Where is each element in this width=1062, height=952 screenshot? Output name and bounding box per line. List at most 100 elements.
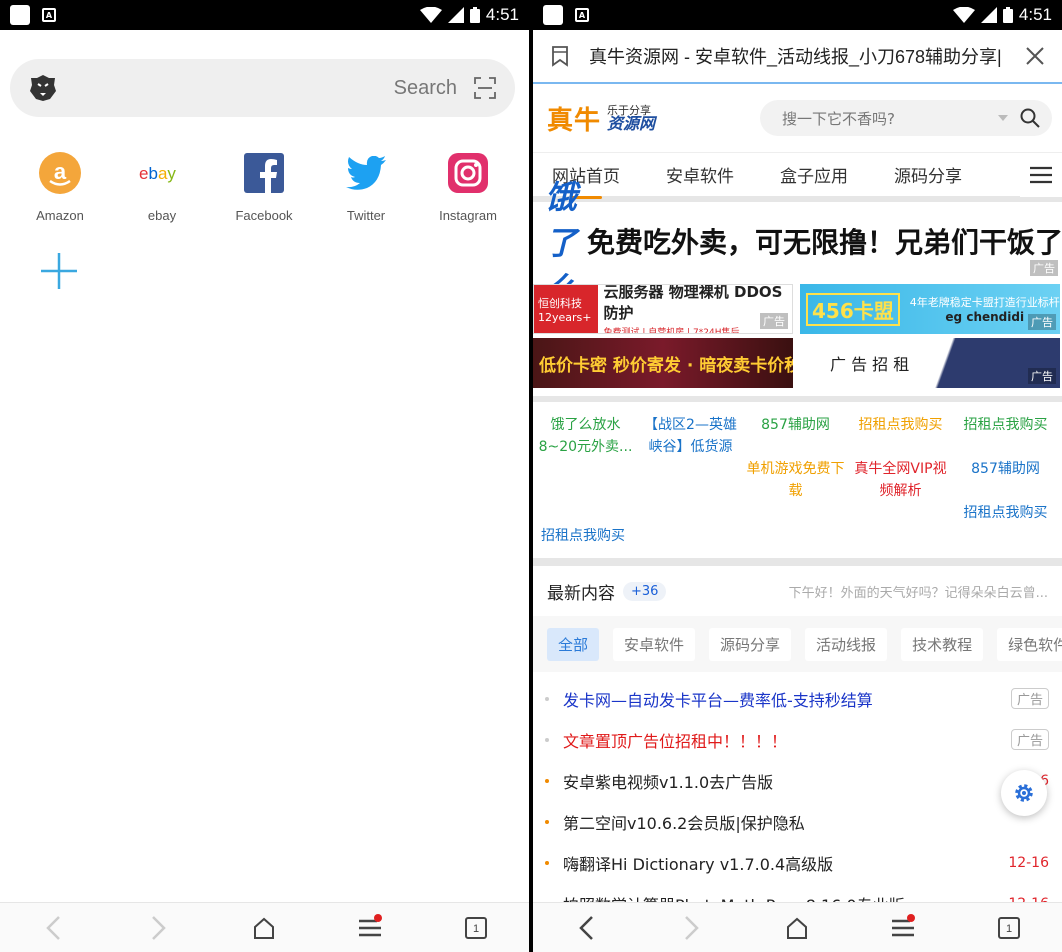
article-row[interactable]: 安卓紫电视频v1.1.0去广告版12-16: [533, 760, 1062, 801]
hamburger-icon: [1030, 166, 1052, 184]
site-search-input[interactable]: 搜一下它不香吗?: [760, 100, 1052, 136]
ad-label: 广告: [1010, 729, 1049, 750]
page-title[interactable]: 真牛资源网 - 安卓软件_活动线报_小刀678辅助分享|: [589, 43, 1006, 69]
dropdown-caret-icon[interactable]: [998, 115, 1008, 121]
close-button[interactable]: [1020, 41, 1050, 71]
link-item[interactable]: 857辅助网: [953, 458, 1058, 502]
link-item[interactable]: 【战区2—英雄峡谷】低货源: [638, 414, 743, 458]
notification-dot: [374, 913, 383, 922]
tabs-icon: 1: [998, 916, 1021, 939]
eleme-banner[interactable]: 饿了么 免费吃外卖，可无限撸！兄弟们干饭了 广告: [533, 178, 1062, 308]
hengchuang-ad[interactable]: 恒创科技 12years+ 云服务器 物理裸机 DDOS防护 免费测试 | 自营…: [533, 284, 793, 334]
search-bar[interactable]: Search: [10, 59, 515, 117]
forward-button[interactable]: [672, 908, 712, 948]
wifi-icon: [952, 7, 975, 23]
menu-button[interactable]: [883, 908, 923, 948]
category-tab[interactable]: 技术教程: [901, 627, 984, 661]
ad-brand: 456卡盟: [806, 292, 900, 326]
nav-android[interactable]: 安卓软件: [666, 162, 734, 187]
wifi-icon: [419, 7, 442, 23]
link-item: [533, 502, 638, 524]
link-item[interactable]: 招租点我购买: [953, 502, 1058, 524]
scan-icon[interactable]: [473, 76, 497, 100]
back-icon: [46, 915, 60, 940]
link-item: [848, 502, 953, 524]
link-item[interactable]: 真牛全网VIP视频解析: [848, 458, 953, 502]
article-row[interactable]: 发卡网—自动发卡平台—费率低-支持秒结算 广告: [533, 678, 1062, 719]
category-tab[interactable]: 活动线报: [805, 627, 888, 661]
site-nav: 网站首页 安卓软件 盒子应用 源码分享: [533, 152, 1062, 202]
ad-label: 广告: [1010, 688, 1049, 709]
nav-source[interactable]: 源码分享: [894, 162, 962, 187]
shortcut-label: ebay: [147, 208, 177, 223]
search-icon[interactable]: [1020, 108, 1040, 128]
category-tab[interactable]: 全部: [547, 627, 600, 661]
add-shortcut-icon[interactable]: [38, 250, 80, 292]
shortcut-twitter[interactable]: Twitter: [315, 150, 417, 223]
shortcut-amazon[interactable]: a Amazon: [9, 150, 111, 223]
category-tab[interactable]: 安卓软件: [613, 627, 696, 661]
kameng-ad[interactable]: 456卡盟 4年老牌稳定卡盟打造行业标杆 eg chendidi 广告: [800, 284, 1060, 334]
forward-icon: [684, 915, 699, 940]
ad-label: 广告: [1030, 260, 1058, 276]
svg-text:1: 1: [1006, 923, 1012, 935]
ebay-icon[interactable]: ebay: [139, 150, 185, 196]
shortcut-facebook[interactable]: Facebook: [213, 150, 315, 223]
ad-rent-banner[interactable]: 广 告 招 租 广告: [800, 338, 1060, 388]
home-button[interactable]: [777, 908, 817, 948]
link-item[interactable]: 招租点我购买: [533, 524, 1062, 548]
lion-icon[interactable]: [28, 73, 58, 103]
link-item[interactable]: 招租点我购买: [953, 414, 1058, 458]
site-logo[interactable]: 真牛 乐于分享 资源网: [547, 100, 655, 137]
a-notification-icon: A: [42, 8, 56, 22]
banner-slogan: 免费吃外卖，可无限撸！兄弟们干饭了: [587, 226, 1062, 259]
settings-fab[interactable]: [1001, 770, 1047, 816]
back-button[interactable]: [566, 908, 606, 948]
twitter-icon[interactable]: [343, 150, 389, 196]
link-item[interactable]: 单机游戏免费下载: [743, 458, 848, 502]
status-time: 4:51: [1018, 5, 1052, 24]
link-item[interactable]: 857辅助网: [743, 414, 848, 458]
signal-icon: [447, 7, 464, 23]
category-tab[interactable]: 绿色软件: [997, 627, 1062, 661]
menu-button[interactable]: [350, 908, 390, 948]
link-item[interactable]: 招租点我购买: [848, 414, 953, 458]
article-title[interactable]: 嗨翻译Hi Dictionary v1.7.0.4高级版: [563, 851, 833, 875]
status-bar: A 4:51: [0, 0, 529, 30]
link-item[interactable]: 饿了么放水8~20元外卖...: [533, 414, 638, 458]
status-time: 4:51: [485, 5, 519, 24]
bookmark-button[interactable]: [545, 41, 575, 71]
notification-icon: [10, 5, 30, 25]
forward-button[interactable]: [139, 908, 179, 948]
shortcut-instagram[interactable]: Instagram: [417, 150, 519, 223]
article-row[interactable]: 文章置顶广告位招租中！！！！ 广告: [533, 719, 1062, 760]
a-notification-icon: A: [575, 8, 589, 22]
home-icon: [787, 917, 808, 939]
article-row[interactable]: 第二空间v10.6.2会员版|保护隐私: [533, 801, 1062, 842]
link-item: [743, 502, 848, 524]
article-row[interactable]: 嗨翻译Hi Dictionary v1.7.0.4高级版 12-16: [533, 842, 1062, 883]
search-input[interactable]: Search: [394, 77, 457, 100]
article-title[interactable]: 文章置顶广告位招租中！！！！: [563, 728, 787, 752]
hamburger-menu-button[interactable]: [1020, 153, 1062, 197]
article-title[interactable]: 发卡网—自动发卡平台—费率低-支持秒结算: [563, 687, 873, 711]
card-shop-ad[interactable]: 低价卡密 秒价寄发 · 暗夜卖卡价秒: [533, 338, 793, 388]
instagram-icon[interactable]: [445, 150, 491, 196]
right-browser-screen: A 4:51 真牛资源网 - 安卓软件_活动线报_小刀678辅助分享| 真牛 乐…: [533, 0, 1062, 952]
bottom-nav: 1: [533, 902, 1062, 952]
tabs-button[interactable]: 1: [456, 908, 496, 948]
home-button[interactable]: [244, 908, 284, 948]
shortcut-ebay[interactable]: ebay ebay: [111, 150, 213, 223]
category-tab[interactable]: 源码分享: [709, 627, 792, 661]
tabs-button[interactable]: 1: [989, 908, 1029, 948]
article-title[interactable]: 安卓紫电视频v1.1.0去广告版: [563, 769, 773, 793]
article-date: 12-16: [1008, 854, 1049, 871]
gear-icon: [1015, 784, 1033, 802]
article-title[interactable]: 第二空间v10.6.2会员版|保护隐私: [563, 810, 805, 834]
signal-icon: [980, 7, 997, 23]
forward-icon: [151, 915, 166, 940]
nav-box-apps[interactable]: 盒子应用: [780, 162, 848, 187]
back-button[interactable]: [33, 908, 73, 948]
facebook-icon[interactable]: [241, 150, 287, 196]
amazon-icon[interactable]: a: [37, 150, 83, 196]
